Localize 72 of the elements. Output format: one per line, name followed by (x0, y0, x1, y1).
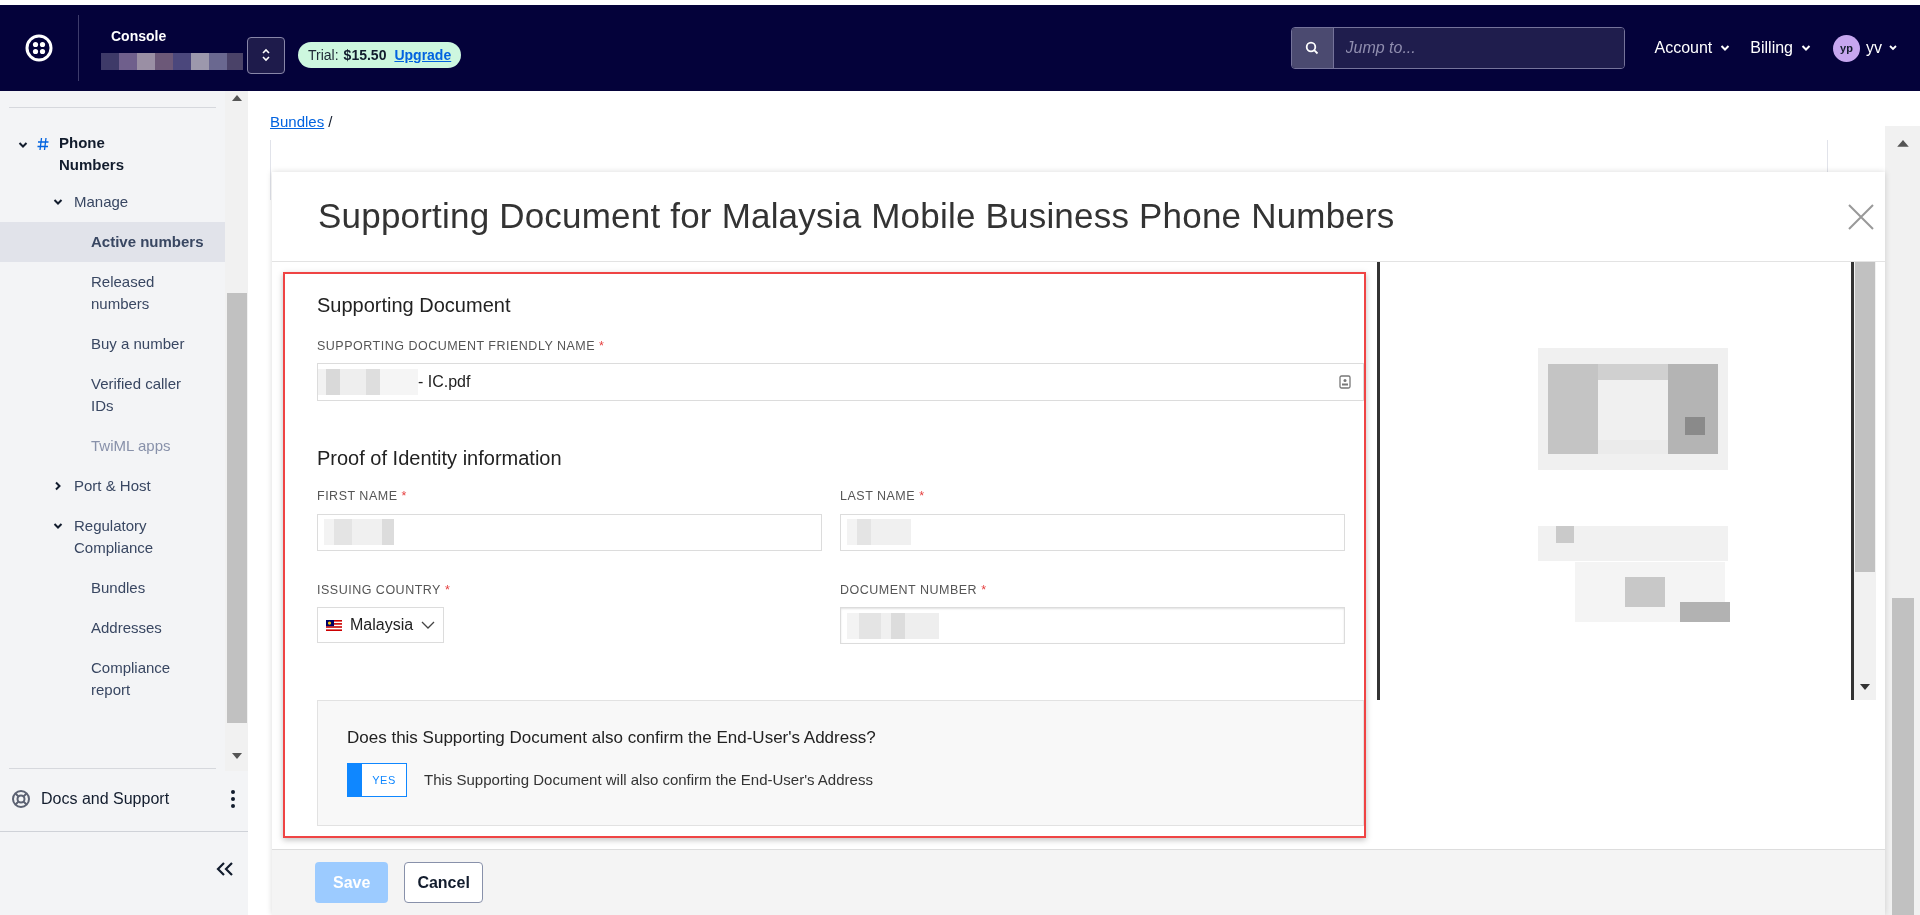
chevron-down-icon[interactable] (1801, 43, 1811, 53)
life-ring-icon (11, 789, 31, 809)
logo-icon[interactable] (25, 34, 53, 62)
toggle-description: This Supporting Document will also confirm the End-User's Address (424, 769, 873, 790)
trial-amount: $15.50 (343, 45, 387, 65)
section-heading: Proof of Identity information (317, 445, 563, 471)
scroll-up-icon[interactable] (1896, 140, 1909, 147)
nav-section-title[interactable]: Phone Numbers (59, 132, 139, 176)
input-field[interactable]: - IC.pdf (317, 362, 1364, 401)
page-scrollbar[interactable] (1885, 126, 1920, 915)
question-text: Does this Supporting Document also confirm the End-User's Address? (347, 727, 877, 750)
nav-item[interactable]: Bundles (0, 568, 225, 608)
field-value: - IC.pdf (418, 371, 471, 392)
search-field[interactable]: Jump to... (1290, 27, 1625, 69)
id-card-icon[interactable] (1339, 374, 1351, 389)
nav-item[interactable]: Active numbers (0, 222, 225, 262)
modal-title: Supporting Document for Malaysia Mobile Business Phone Numbers (318, 195, 1395, 238)
input-field[interactable] (840, 513, 1345, 551)
chevron-down-icon[interactable] (18, 140, 28, 150)
menu-button[interactable]: Billing (1750, 36, 1811, 60)
scrollbar[interactable] (225, 91, 248, 771)
chevron-right-icon[interactable] (53, 481, 63, 491)
search-icon (1305, 41, 1319, 55)
nav-group[interactable]: Regulatory Compliance (74, 515, 204, 559)
nav-item[interactable]: Addresses (0, 608, 225, 648)
cancel-button[interactable]: Cancel (404, 862, 483, 903)
nav-item[interactable]: Verified caller IDs (0, 364, 225, 426)
scroll-down-icon[interactable] (231, 753, 242, 759)
chevron-down-icon[interactable] (1888, 44, 1898, 52)
preview-scrollbar[interactable] (1854, 262, 1876, 700)
field-label: DOCUMENT NUMBER * (840, 581, 988, 599)
nav-group[interactable]: Manage (74, 191, 204, 213)
scrollbar-thumb[interactable] (1891, 597, 1914, 915)
user-name[interactable]: yv (1866, 36, 1882, 60)
input-field[interactable] (840, 607, 1345, 645)
nav-item[interactable]: Released numbers (0, 262, 225, 324)
field-label: FIRST NAME * (317, 487, 408, 505)
breadcrumb-link[interactable]: Bundles (270, 111, 325, 134)
section-heading: Supporting Document (317, 293, 512, 318)
redaction-blur (847, 519, 911, 545)
account-switcher-button[interactable] (247, 36, 285, 74)
up-down-chevron-icon (261, 48, 271, 62)
toggle-switch[interactable]: YES (347, 762, 407, 797)
field-label: LAST NAME * (840, 487, 926, 505)
nav-item[interactable]: Buy a number (0, 324, 225, 364)
nav-item[interactable]: Compliance report (0, 648, 225, 710)
product-name: Console (111, 27, 168, 46)
nav-group[interactable]: Port & Host (74, 475, 204, 497)
input-field[interactable] (317, 513, 822, 551)
upgrade-link[interactable]: Upgrade (394, 44, 452, 66)
chevron-down-icon[interactable] (1720, 43, 1731, 53)
scrollbar-thumb[interactable] (1855, 262, 1875, 572)
scroll-down-icon[interactable] (1860, 684, 1870, 690)
chevron-down-icon[interactable] (53, 197, 63, 207)
scrollbar-thumb[interactable] (226, 293, 247, 723)
redaction-blur (324, 519, 394, 545)
menu-button[interactable]: Account (1654, 36, 1731, 60)
close-icon[interactable] (1847, 202, 1875, 231)
breadcrumb-separator: / (328, 112, 333, 132)
scroll-up-icon[interactable] (231, 95, 242, 101)
flag-icon (326, 619, 342, 631)
docs-and-support-link[interactable]: Docs and Support (41, 787, 170, 811)
hash-icon (37, 137, 49, 151)
country-select[interactable]: Malaysia (317, 607, 445, 644)
trial-label: Trial: (308, 45, 339, 65)
chevron-down-icon (421, 621, 436, 630)
user-avatar[interactable]: yp (1833, 34, 1860, 62)
field-label: SUPPORTING DOCUMENT FRIENDLY NAME * (317, 338, 606, 355)
more-options-icon[interactable] (231, 790, 235, 808)
collapse-icon[interactable] (216, 862, 234, 876)
chevron-down-icon[interactable] (53, 521, 63, 531)
field-label: ISSUING COUNTRY * (317, 581, 452, 599)
